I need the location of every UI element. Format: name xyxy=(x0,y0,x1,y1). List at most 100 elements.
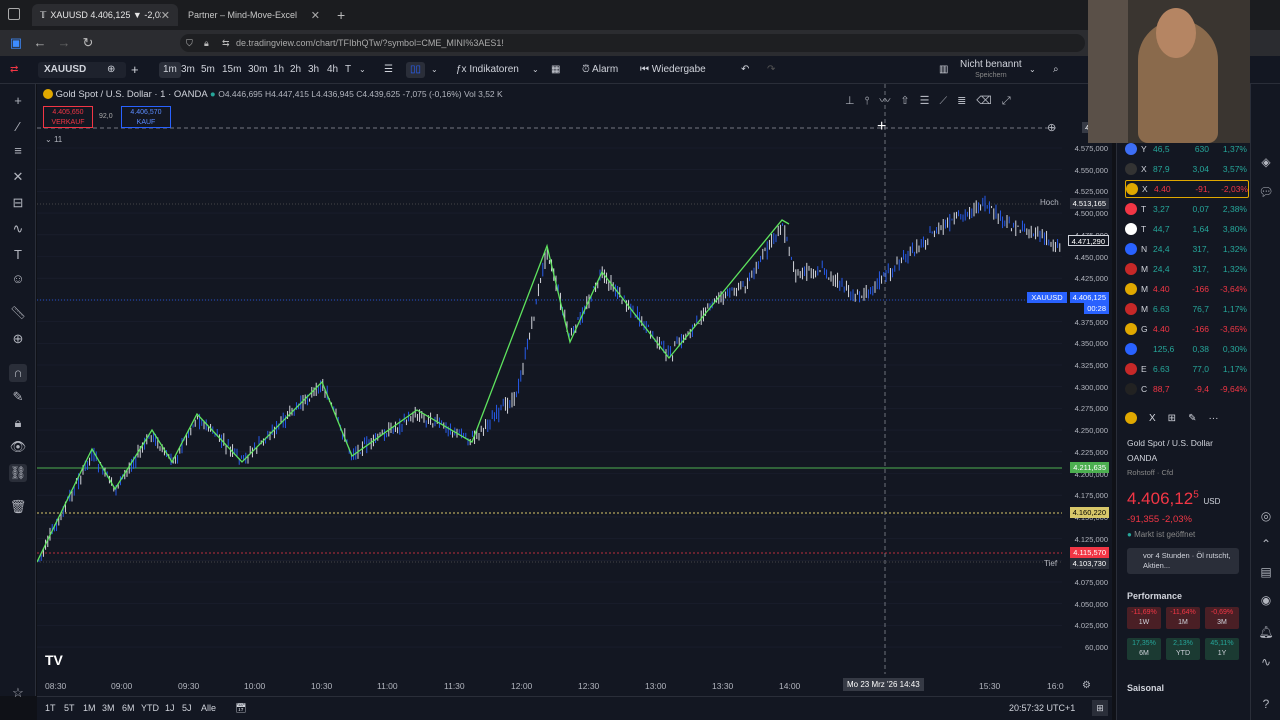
candle-style-icon[interactable]: ▯▯ xyxy=(406,62,426,78)
settings-icon[interactable]: ⚙ xyxy=(1082,680,1091,691)
redo-icon[interactable]: ↷ xyxy=(767,62,775,78)
tradingview-logo-icon[interactable]: TV xyxy=(45,652,63,668)
chevron-up-icon[interactable]: ⌃ xyxy=(1258,536,1274,552)
broadcast-icon[interactable]: ◉ xyxy=(1258,592,1274,608)
shield-icon[interactable]: ⛉ xyxy=(186,38,193,49)
sell-button[interactable]: 4.405,650 VERKAUF xyxy=(43,106,93,128)
range-1m[interactable]: 1M xyxy=(83,703,96,713)
replay-button[interactable]: ⏮︎ Wiedergabe xyxy=(640,62,706,78)
price-chart[interactable] xyxy=(37,84,1112,696)
forward-icon[interactable]: → xyxy=(56,35,72,51)
interval-t[interactable]: T xyxy=(345,62,351,78)
perf-cell-1m[interactable]: -11,64% 1M xyxy=(1166,607,1200,629)
layout-name-button[interactable]: Nicht benannt Speichern xyxy=(960,59,1022,79)
text-icon[interactable]: T xyxy=(9,246,27,264)
tab-xauusd[interactable]: 𝕋 XAUUSD 4.406,125 ▼ -2,03% N ✕ xyxy=(32,4,178,26)
chart-pane[interactable]: Gold Spot / U.S. Dollar · 1 · OANDA ● O4… xyxy=(37,84,1112,696)
interval-30m[interactable]: 30m xyxy=(248,62,267,78)
watchlist-row[interactable]: T 44,7 1,64 3,80% xyxy=(1125,220,1249,238)
range-1t[interactable]: 1T xyxy=(45,703,56,713)
help-icon[interactable]: ? xyxy=(1258,696,1274,712)
indicators-button[interactable]: ƒx Indikatoren xyxy=(456,62,519,78)
indicators-dropdown-icon[interactable]: ⌄ xyxy=(532,62,539,78)
stay-drawing-icon[interactable]: ✎ xyxy=(9,388,27,406)
target-icon[interactable]: ◎ xyxy=(1258,508,1274,524)
trend-line-icon[interactable]: ⁄ xyxy=(9,118,27,136)
hide-icon[interactable]: 👁︎ xyxy=(9,438,27,456)
templates-icon[interactable]: ▦ xyxy=(551,62,560,78)
forecast-icon[interactable]: ⊟ xyxy=(9,194,27,212)
buy-button[interactable]: 4.406,570 KAUF xyxy=(121,106,171,128)
back-icon[interactable]: ← xyxy=(32,35,48,51)
perf-cell-ytd[interactable]: 2,13% YTD xyxy=(1166,638,1200,660)
object-tree-icon[interactable]: ☆ xyxy=(9,684,27,702)
layout-dropdown-icon[interactable]: ⌄ xyxy=(1029,62,1036,78)
news-card[interactable]: vor 4 Stunden · Öl rutscht, Aktien... xyxy=(1127,548,1239,574)
crosshair-icon[interactable]: + xyxy=(9,92,27,110)
layers-icon[interactable]: ◈ xyxy=(1258,154,1274,170)
pattern-icon[interactable]: ✕ xyxy=(9,168,27,186)
range-6m[interactable]: 6M xyxy=(122,703,135,713)
interval-1h[interactable]: 1h xyxy=(273,62,284,78)
channel-icon[interactable]: ≣ xyxy=(957,95,976,107)
add-alert-icon[interactable]: ⊕ xyxy=(1047,121,1056,134)
watchlist-row[interactable]: M 24,4 317, 1,32% xyxy=(1125,260,1249,278)
pitchfork-icon[interactable]: ⫯ xyxy=(865,95,880,107)
reload-icon[interactable]: ↻ xyxy=(80,35,96,51)
watchlist-row[interactable]: N 24,4 317, 1,32% xyxy=(1125,240,1249,258)
new-tab-icon[interactable]: + xyxy=(337,7,345,23)
range-3m[interactable]: 3M xyxy=(102,703,115,713)
interval-3h[interactable]: 3h xyxy=(308,62,319,78)
lock-drawings-icon[interactable]: 🔒︎ xyxy=(9,414,27,432)
watchlist-row[interactable]: M 4.40 -166 -3,64% xyxy=(1125,280,1249,298)
watchlist-row[interactable]: C 88,7 -9,4 -9,64% xyxy=(1125,380,1249,398)
add-symbol-icon[interactable]: + xyxy=(131,62,139,78)
tab-partner[interactable]: Partner – Mind-Move-Excel ✕ xyxy=(180,4,328,26)
perf-cell-1y[interactable]: 45,11% 1Y xyxy=(1205,638,1239,660)
tradingview-menu-icon[interactable]: ⇄ xyxy=(10,62,18,78)
brush-icon[interactable]: ∿ xyxy=(9,220,27,238)
search-icon[interactable]: ⌕ xyxy=(1053,62,1059,78)
trash-icon[interactable]: 🗑︎ xyxy=(9,498,27,516)
compare-icon[interactable]: ⊕ xyxy=(107,62,115,78)
interval-15m[interactable]: 15m xyxy=(222,62,241,78)
ruler-icon[interactable]: 📏︎ xyxy=(9,304,27,322)
more-icon[interactable]: ··· xyxy=(1208,413,1218,424)
cursor-tool-icon[interactable]: ⊥ xyxy=(845,95,865,107)
range-alle[interactable]: Alle xyxy=(201,703,216,713)
window-menu-icon[interactable] xyxy=(8,8,20,20)
link-icon[interactable]: ⛓︎ xyxy=(9,464,27,482)
layout-icon[interactable]: ▥ xyxy=(939,62,948,78)
watchlist-row[interactable]: X 87,9 3,04 3,57% xyxy=(1125,160,1249,178)
bar-style-icon[interactable]: ☰ xyxy=(384,62,393,78)
watchlist-row[interactable]: G 4.40 -166 -3,65% xyxy=(1125,320,1249,338)
sidebar-toggle-icon[interactable]: ▣ xyxy=(8,35,24,51)
chart-type-dropdown-icon[interactable]: ⌄ xyxy=(431,62,438,78)
interval-1m[interactable]: 1m xyxy=(159,62,181,78)
range-5j[interactable]: 5J xyxy=(182,703,192,713)
range-ytd[interactable]: YTD xyxy=(141,703,159,713)
wave-icon[interactable]: 〰 xyxy=(879,95,900,107)
lines-icon[interactable]: ☰ xyxy=(920,95,940,107)
site-info-icon[interactable]: ⇆ xyxy=(222,38,230,49)
magnet-icon[interactable]: ∩ xyxy=(9,364,27,382)
interval-2h[interactable]: 2h xyxy=(290,62,301,78)
edit-icon[interactable]: ✎ xyxy=(1188,413,1196,424)
range-5t[interactable]: 5T xyxy=(64,703,75,713)
lock-icon[interactable]: 🔒︎ xyxy=(204,38,209,49)
watchlist-row[interactable]: T 3,27 0,07 2,38% xyxy=(1125,200,1249,218)
erase-icon[interactable]: ⌫ xyxy=(976,95,1002,107)
price-axis[interactable]: 4.575,000 4.550,000 4.525,000 4.500,000 4.47… xyxy=(1062,84,1112,674)
url-input[interactable]: de.tradingview.com/chart/TFIbhQTw/?symbo… xyxy=(180,34,1085,52)
chat-icon[interactable]: 💬︎ xyxy=(1258,184,1274,200)
interval-5m[interactable]: 5m xyxy=(201,62,215,78)
calendar-icon[interactable]: ▤ xyxy=(1258,564,1274,580)
details-name[interactable]: Gold Spot / U.S. Dollar xyxy=(1127,438,1213,448)
bell-icon[interactable]: 🔔︎ xyxy=(1258,624,1274,640)
legend-title[interactable]: Gold Spot / U.S. Dollar · 1 · OANDA xyxy=(56,89,208,100)
interval-4h[interactable]: 4h xyxy=(327,62,338,78)
fib-icon[interactable]: ≡ xyxy=(9,142,27,160)
close-icon[interactable]: ✕ xyxy=(311,9,320,22)
watchlist-row[interactable]: E 6.63 77,0 1,17% xyxy=(1125,360,1249,378)
perf-cell-1w[interactable]: -11,69% 1W xyxy=(1127,607,1161,629)
